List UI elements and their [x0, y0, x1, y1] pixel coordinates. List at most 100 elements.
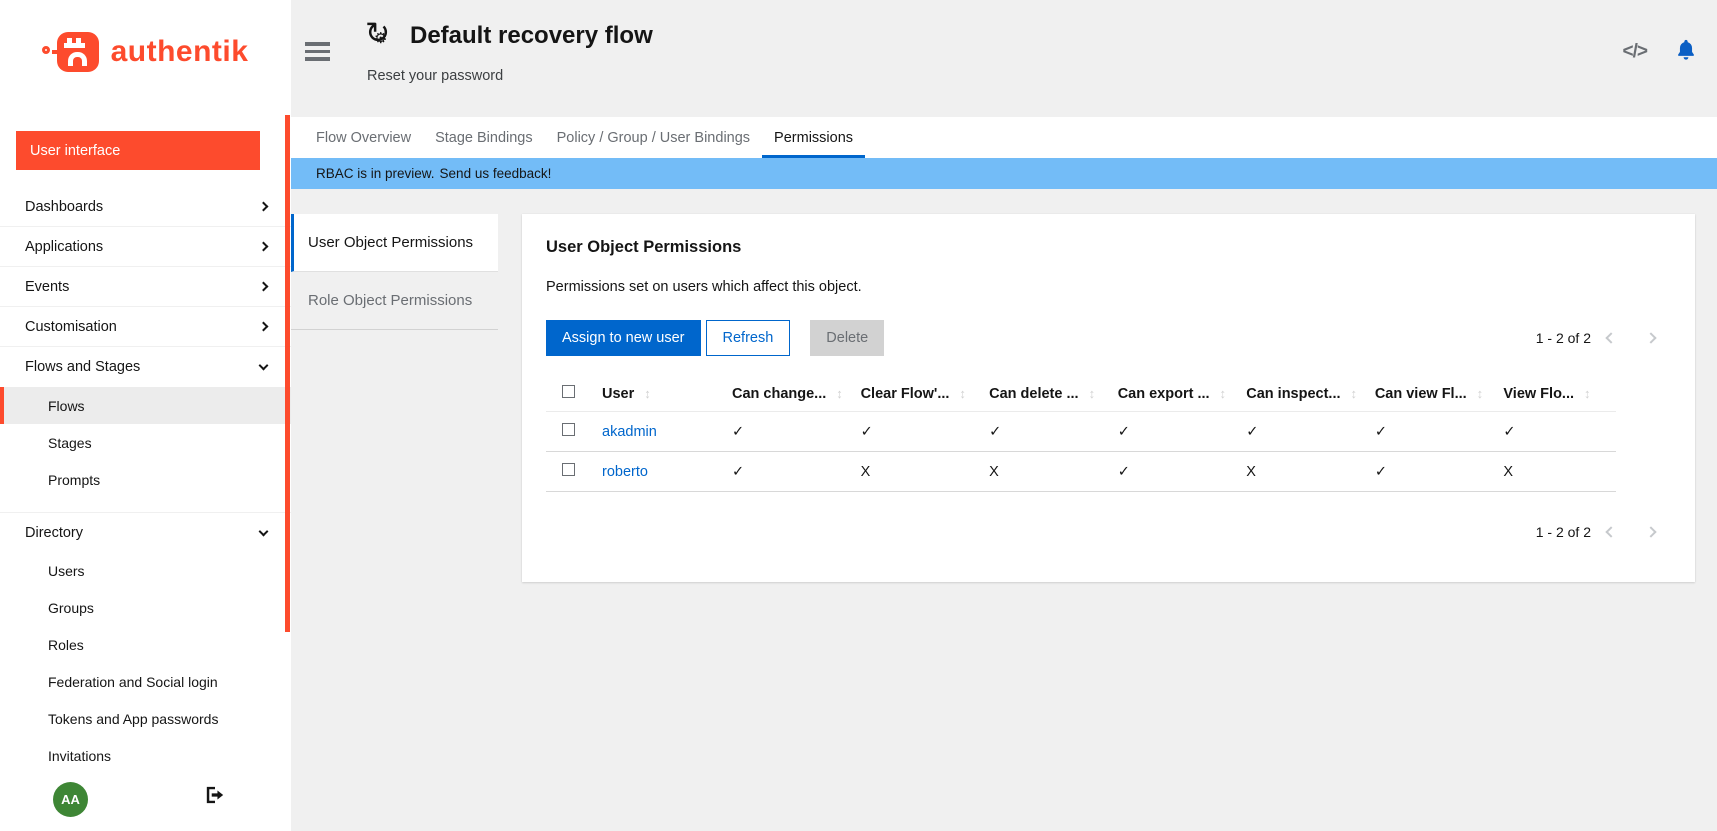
- column-header-can-delete[interactable]: Can delete ...↕: [973, 378, 1102, 412]
- permissions-table: User↕ Can change...↕ Clear Flow'...↕ Can…: [546, 378, 1616, 492]
- sidebar-item-users[interactable]: Users: [0, 552, 291, 589]
- toolbar: Assign to new user Refresh Delete 1 - 2 …: [546, 320, 1671, 356]
- sidebar: authentik User interface Dashboards Appl…: [0, 0, 291, 831]
- logo: authentik: [0, 30, 291, 74]
- refresh-button[interactable]: Refresh: [706, 320, 791, 356]
- sidebar-item-groups[interactable]: Groups: [0, 589, 291, 626]
- sidebar-item-directory[interactable]: Directory: [0, 512, 291, 552]
- sidebar-item-events[interactable]: Events: [0, 267, 291, 307]
- permission-mark: ✓: [861, 424, 873, 440]
- chevron-right-icon: [259, 242, 269, 252]
- sidebar-scrollbar-thumb[interactable]: [285, 115, 290, 632]
- pagination-range: 1 - 2 of 2: [1536, 330, 1591, 346]
- sidebar-item-dashboards[interactable]: Dashboards: [0, 187, 291, 227]
- column-header-can-view[interactable]: Can view Fl...↕: [1359, 378, 1488, 412]
- page-subtitle: Reset your password: [367, 68, 503, 84]
- column-header-view-flow[interactable]: View Flo...↕: [1487, 378, 1616, 412]
- chevron-down-icon: [259, 526, 269, 536]
- assign-to-new-user-button[interactable]: Assign to new user: [546, 320, 701, 356]
- sidebar-footer: AA: [0, 767, 291, 831]
- chevron-right-icon: [259, 202, 269, 212]
- content: User Object Permissions Role Object Perm…: [291, 189, 1717, 831]
- feedback-link[interactable]: Send us feedback!: [440, 166, 552, 181]
- hamburger-menu-icon[interactable]: [305, 42, 330, 65]
- sort-icon[interactable]: ↕: [1351, 386, 1358, 401]
- tab-flow-overview[interactable]: Flow Overview: [304, 117, 423, 158]
- pagination-bottom: 1 - 2 of 2: [1536, 520, 1671, 544]
- permissions-card: User Object Permissions Permissions set …: [522, 214, 1695, 582]
- permission-mark: ✓: [989, 424, 1001, 440]
- sort-icon[interactable]: ↕: [1584, 386, 1591, 401]
- row-checkbox[interactable]: [562, 463, 575, 476]
- tab-role-object-permissions[interactable]: Role Object Permissions: [291, 272, 498, 330]
- column-header-can-export[interactable]: Can export ...↕: [1102, 378, 1231, 412]
- permission-mark: X: [1503, 464, 1513, 480]
- permission-mark: ✓: [732, 464, 744, 480]
- sort-icon[interactable]: ↕: [1477, 386, 1484, 401]
- masthead: ↻ ⚙ Default recovery flow Reset your pas…: [291, 0, 1717, 117]
- sidebar-item-flows[interactable]: Flows: [0, 387, 291, 424]
- user-link-roberto[interactable]: roberto: [602, 464, 648, 480]
- sidebar-item-federation[interactable]: Federation and Social login: [0, 663, 291, 700]
- sort-icon[interactable]: ↕: [1220, 386, 1227, 401]
- permission-mark: X: [861, 464, 871, 480]
- table-row: akadmin ✓ ✓ ✓ ✓ ✓ ✓ ✓: [546, 412, 1616, 452]
- table-row: roberto ✓ X X ✓ X ✓ X: [546, 452, 1616, 492]
- column-header-clear-flow[interactable]: Clear Flow'...↕: [845, 378, 974, 412]
- sidebar-item-roles[interactable]: Roles: [0, 626, 291, 663]
- notification-bell-icon[interactable]: [1675, 38, 1697, 66]
- chevron-right-icon: [259, 322, 269, 332]
- card-title: User Object Permissions: [546, 238, 1671, 257]
- column-header-can-change[interactable]: Can change...↕: [716, 378, 845, 412]
- sidebar-item-customisation[interactable]: Customisation: [0, 307, 291, 347]
- sort-icon[interactable]: ↕: [959, 386, 966, 401]
- sort-icon[interactable]: ↕: [836, 386, 843, 401]
- user-link-akadmin[interactable]: akadmin: [602, 424, 657, 440]
- permission-mark: X: [1246, 464, 1256, 480]
- banner-text: RBAC is in preview.: [316, 166, 435, 181]
- permission-mark: ✓: [732, 424, 744, 440]
- sidebar-item-stages[interactable]: Stages: [0, 424, 291, 461]
- sort-icon[interactable]: ↕: [644, 386, 651, 401]
- table-header-row: User↕ Can change...↕ Clear Flow'...↕ Can…: [546, 378, 1616, 412]
- next-page-button[interactable]: [1631, 326, 1671, 350]
- logo-text: authentik: [111, 35, 249, 69]
- tabbar: Flow Overview Stage Bindings Policy / Gr…: [291, 117, 1717, 158]
- permission-mark: ✓: [1118, 464, 1130, 480]
- sidebar-item-prompts[interactable]: Prompts: [0, 461, 291, 498]
- sidebar-item-applications[interactable]: Applications: [0, 227, 291, 267]
- card-description: Permissions set on users which affect th…: [546, 279, 1671, 295]
- sidebar-item-tokens[interactable]: Tokens and App passwords: [0, 700, 291, 737]
- permission-mark: ✓: [1503, 424, 1515, 440]
- row-checkbox[interactable]: [562, 423, 575, 436]
- prev-page-button[interactable]: [1591, 326, 1631, 350]
- chevron-down-icon: [259, 361, 269, 371]
- logout-icon[interactable]: [205, 786, 225, 809]
- select-all-checkbox[interactable]: [562, 385, 575, 398]
- delete-button[interactable]: Delete: [810, 320, 884, 356]
- sidebar-item-flows-and-stages[interactable]: Flows and Stages: [0, 347, 291, 387]
- chevron-right-icon: [259, 282, 269, 292]
- column-header-can-inspect[interactable]: Can inspect...↕: [1230, 378, 1359, 412]
- permission-mark: ✓: [1246, 424, 1258, 440]
- prev-page-button[interactable]: [1591, 520, 1631, 544]
- pagination-range: 1 - 2 of 2: [1536, 524, 1591, 540]
- column-header-user[interactable]: User↕: [586, 378, 716, 412]
- next-page-button[interactable]: [1631, 520, 1671, 544]
- page-title: Default recovery flow: [410, 22, 653, 50]
- user-interface-button[interactable]: User interface: [16, 131, 260, 170]
- tab-permissions[interactable]: Permissions: [762, 117, 865, 158]
- permission-mark: X: [989, 464, 999, 480]
- vertical-tabs: User Object Permissions Role Object Perm…: [291, 214, 498, 330]
- tab-user-object-permissions[interactable]: User Object Permissions: [291, 214, 498, 272]
- pagination-top: 1 - 2 of 2: [1536, 326, 1671, 350]
- permission-mark: ✓: [1375, 464, 1387, 480]
- tab-stage-bindings[interactable]: Stage Bindings: [423, 117, 545, 158]
- main: ↻ ⚙ Default recovery flow Reset your pas…: [291, 0, 1717, 831]
- authentik-key-icon: [57, 32, 99, 72]
- avatar[interactable]: AA: [53, 782, 88, 817]
- tab-policy-group-user-bindings[interactable]: Policy / Group / User Bindings: [545, 117, 762, 158]
- permission-mark: ✓: [1118, 424, 1130, 440]
- api-code-icon[interactable]: </>: [1623, 41, 1647, 63]
- sort-icon[interactable]: ↕: [1089, 386, 1096, 401]
